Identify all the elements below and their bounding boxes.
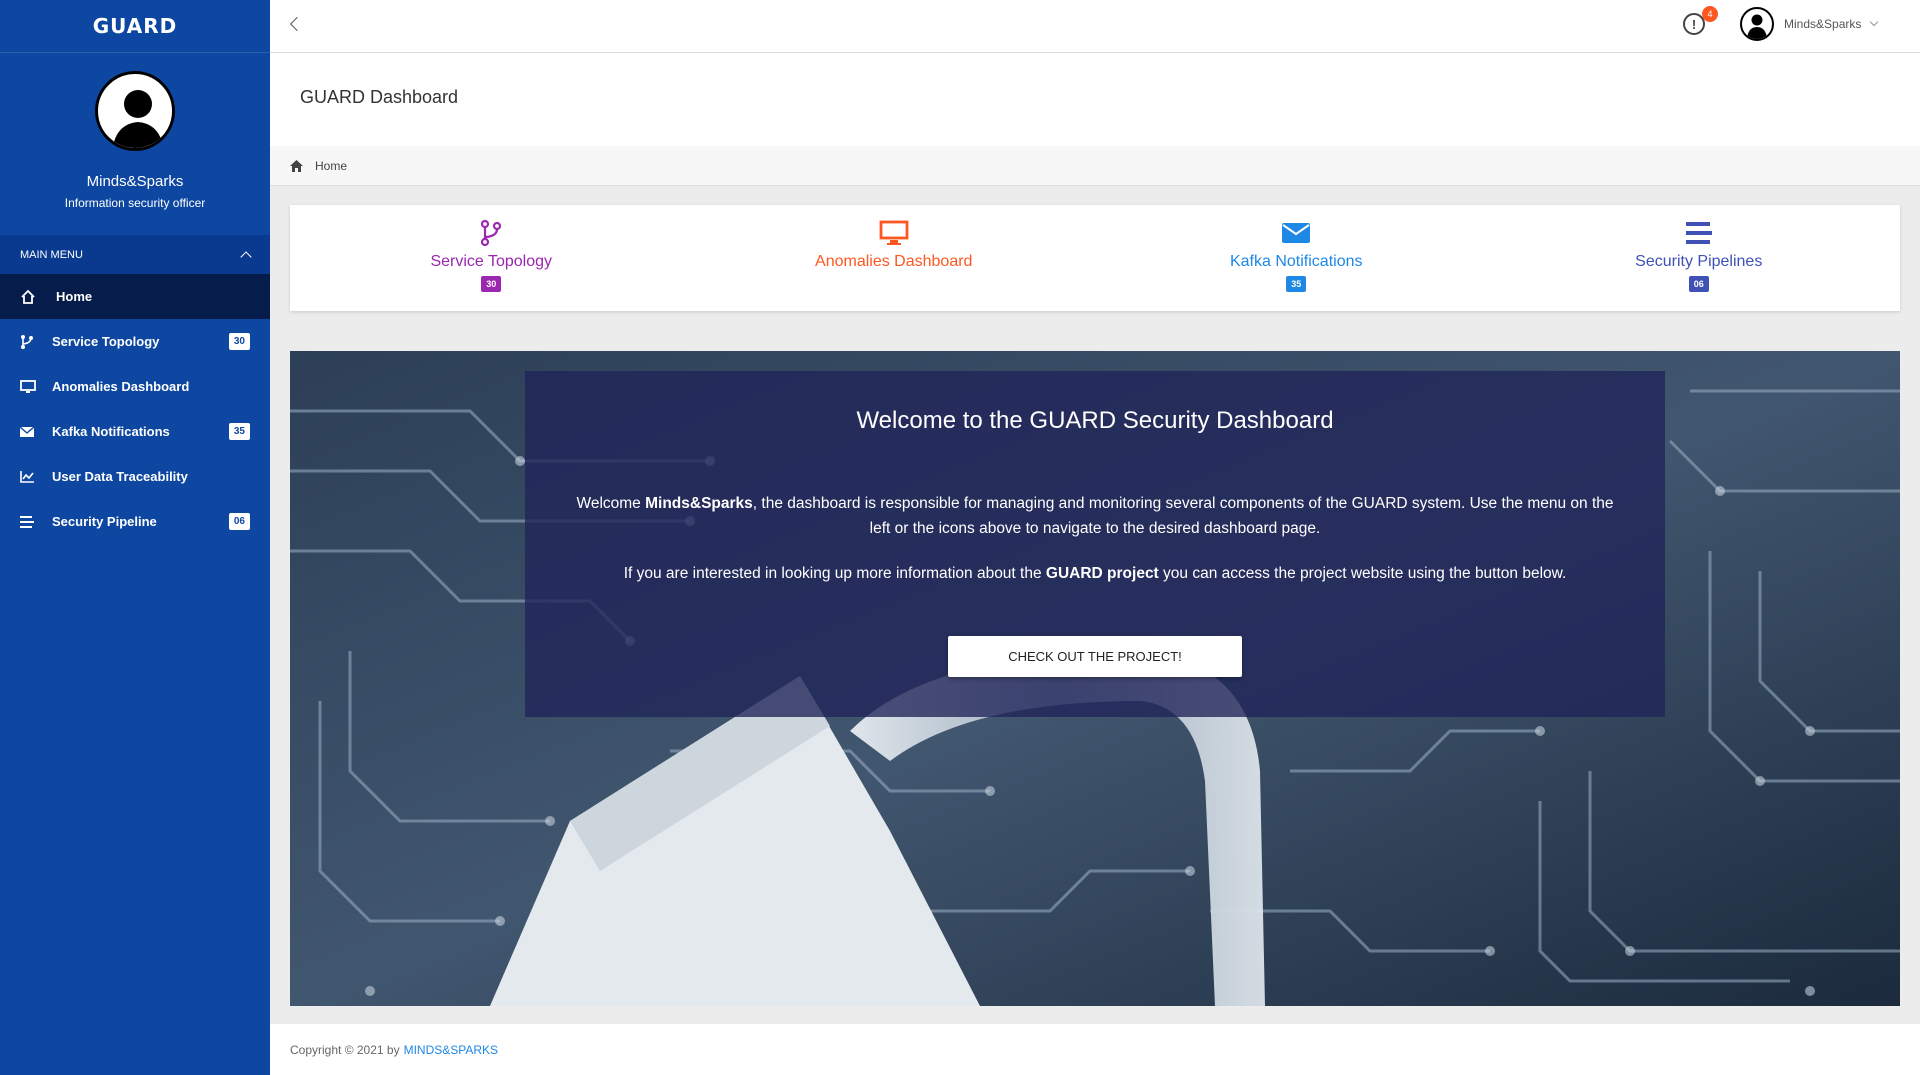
sidebar-item-label: Kafka Notifications bbox=[52, 424, 170, 439]
sidebar-item-label: Home bbox=[56, 289, 93, 304]
main-menu-header[interactable]: MAIN MENU bbox=[0, 235, 270, 274]
main-menu-label: MAIN MENU bbox=[20, 248, 83, 261]
chevron-up-icon bbox=[240, 250, 252, 263]
list-icon bbox=[1685, 217, 1712, 249]
quick-link-security-pipelines[interactable]: Security Pipelines 06 bbox=[1498, 205, 1901, 311]
home-icon bbox=[290, 159, 303, 172]
project-info-prefix: If you are interested in looking up more… bbox=[623, 565, 1046, 582]
quick-link-kafka-notifications[interactable]: Kafka Notifications 35 bbox=[1095, 205, 1498, 311]
user-silhouette-icon bbox=[95, 71, 175, 151]
sidebar: GUARD Minds&Sparks Information security … bbox=[0, 0, 270, 1075]
welcome-text: , the dashboard is responsible for manag… bbox=[752, 495, 1614, 537]
branch-icon bbox=[20, 334, 52, 350]
project-info: If you are interested in looking up more… bbox=[525, 561, 1665, 586]
chart-line-icon bbox=[20, 470, 52, 483]
quick-link-label: Service Topology bbox=[430, 253, 553, 270]
brand-logo[interactable]: GUARD bbox=[0, 0, 270, 53]
profile-role: Information security officer bbox=[64, 196, 206, 210]
quick-links-card: Service Topology 30 Anomalies Dashboard … bbox=[290, 205, 1900, 311]
collapse-sidebar-icon[interactable] bbox=[289, 16, 305, 32]
sidebar-item-home[interactable]: Home bbox=[0, 274, 270, 319]
sidebar-item-label: Service Topology bbox=[52, 334, 160, 349]
sidebar-item-kafka-notifications[interactable]: Kafka Notifications 35 bbox=[0, 409, 270, 454]
sidebar-item-anomalies-dashboard[interactable]: Anomalies Dashboard bbox=[0, 364, 270, 409]
welcome-banner: Welcome to the GUARD Security Dashboard … bbox=[290, 351, 1900, 1006]
envelope-icon bbox=[1282, 217, 1311, 249]
welcome-prefix: Welcome bbox=[576, 495, 646, 512]
list-icon bbox=[20, 515, 52, 528]
profile-section: Minds&Sparks Information security office… bbox=[0, 53, 270, 235]
sidebar-item-user-data-traceability[interactable]: User Data Traceability bbox=[0, 454, 270, 499]
sidebar-item-label: Security Pipeline bbox=[52, 514, 157, 529]
copyright-text: Copyright © 2021 by bbox=[290, 1042, 400, 1057]
check-out-project-button[interactable]: CHECK OUT THE PROJECT! bbox=[948, 636, 1242, 677]
avatar bbox=[1740, 7, 1774, 41]
sidebar-item-service-topology[interactable]: Service Topology 30 bbox=[0, 319, 270, 364]
user-menu[interactable]: Minds&Sparks bbox=[1740, 7, 1879, 41]
chevron-down-icon bbox=[1870, 17, 1879, 27]
home-icon bbox=[20, 289, 52, 305]
count-badge: 35 bbox=[228, 423, 250, 440]
quick-link-anomalies-dashboard[interactable]: Anomalies Dashboard bbox=[693, 205, 1096, 311]
sidebar-item-label: Anomalies Dashboard bbox=[52, 379, 190, 394]
envelope-icon bbox=[20, 425, 52, 438]
page-header: GUARD Dashboard bbox=[270, 53, 1920, 146]
count-badge: 35 bbox=[1286, 276, 1307, 292]
quick-link-service-topology[interactable]: Service Topology 30 bbox=[290, 205, 693, 311]
breadcrumb-home-link[interactable]: Home bbox=[315, 159, 347, 173]
footer: Copyright © 2021 by MINDS&SPARKS bbox=[270, 1024, 1920, 1075]
monitor-icon bbox=[879, 217, 909, 249]
count-badge: 06 bbox=[228, 513, 250, 530]
welcome-user-name: Minds&Sparks bbox=[645, 495, 753, 512]
monitor-icon bbox=[20, 379, 52, 394]
sidebar-item-security-pipeline[interactable]: Security Pipeline 06 bbox=[0, 499, 270, 544]
welcome-box: Welcome to the GUARD Security Dashboard … bbox=[525, 371, 1665, 717]
breadcrumb: Home bbox=[270, 146, 1920, 186]
welcome-description: Welcome Minds&Sparks, the dashboard is r… bbox=[565, 491, 1625, 541]
count-badge: 06 bbox=[1688, 276, 1709, 292]
welcome-title: Welcome to the GUARD Security Dashboard bbox=[856, 407, 1334, 434]
quick-link-label: Anomalies Dashboard bbox=[815, 253, 973, 270]
profile-name: Minds&Sparks bbox=[86, 173, 184, 190]
quick-link-label: Security Pipelines bbox=[1635, 253, 1763, 270]
project-name: GUARD project bbox=[1045, 565, 1159, 582]
count-badge: 30 bbox=[481, 276, 502, 292]
quick-link-label: Kafka Notifications bbox=[1229, 253, 1363, 270]
sidebar-item-label: User Data Traceability bbox=[52, 469, 188, 484]
branch-icon bbox=[480, 217, 502, 249]
notification-badge: 4 bbox=[1702, 6, 1718, 22]
page-title: GUARD Dashboard bbox=[300, 87, 459, 107]
topbar: ! 4 Minds&Sparks bbox=[270, 0, 1920, 53]
user-name: Minds&Sparks bbox=[1784, 17, 1862, 31]
count-badge: 30 bbox=[228, 333, 250, 350]
project-info-text: you can access the project website using… bbox=[1158, 565, 1567, 582]
company-link[interactable]: MINDS&SPARKS bbox=[404, 1043, 498, 1057]
